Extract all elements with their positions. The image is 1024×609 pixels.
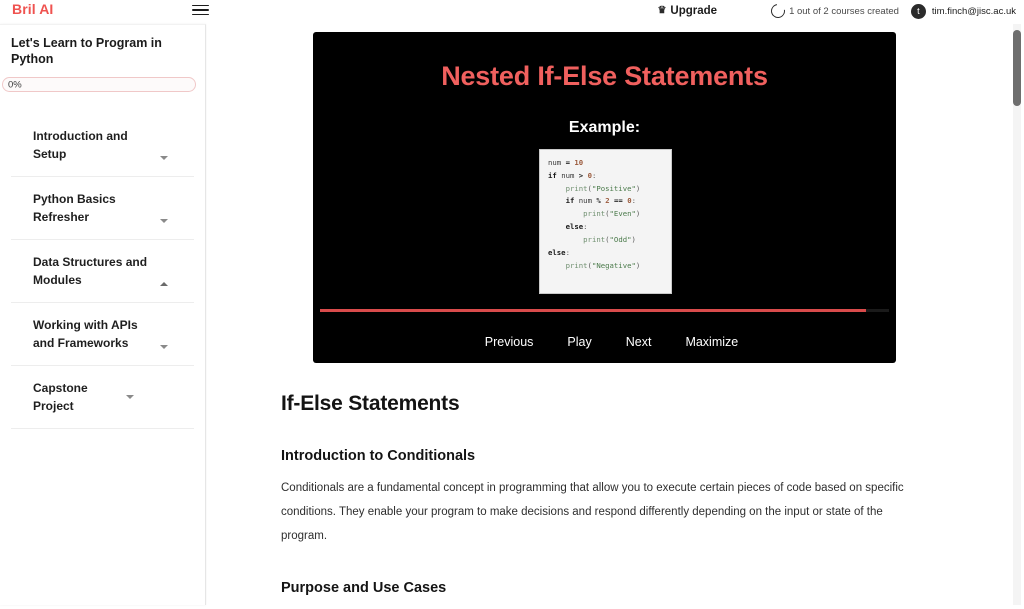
code-example-card: num = 10 if num > 0: print("Positive") i… (539, 149, 672, 294)
lesson-article: If-Else Statements Introduction to Condi… (281, 392, 921, 609)
module-label: Working with APIs and Frameworks (33, 318, 138, 351)
slide-player: Nested If-Else Statements Example: num =… (313, 32, 896, 363)
next-button[interactable]: Next (626, 335, 652, 349)
course-title: Let's Learn to Program in Python (11, 36, 162, 66)
section-heading-purpose: Purpose and Use Cases (281, 580, 447, 597)
course-progress-bar: 0% (2, 77, 196, 93)
chevron-up-icon[interactable] (160, 282, 168, 287)
module-label: Introduction and Setup (33, 129, 128, 162)
user-email-label: tim.finch@jisc.ac.uk (931, 5, 1016, 17)
course-sidebar: Let's Learn to Program in Python 0% Intr… (0, 24, 206, 605)
section-body-introduction: Conditionals are a fundamental concept i… (281, 482, 904, 543)
avatar: t (910, 3, 926, 19)
module-list: Introduction and Setup Python Basics Ref… (0, 114, 205, 430)
chevron-down-icon[interactable] (160, 345, 168, 350)
sidebar-item-introduction-and-setup[interactable]: Introduction and Setup (11, 114, 194, 178)
chevron-down-icon[interactable] (126, 395, 134, 400)
module-label: Python Basics Refresher (33, 192, 116, 225)
hamburger-line (192, 4, 209, 7)
hamburger-menu-icon[interactable] (192, 2, 209, 18)
previous-button[interactable]: Previous (485, 335, 534, 349)
chevron-down-icon[interactable] (160, 219, 168, 224)
sidebar-item-working-with-apis-and-frameworks[interactable]: Working with APIs and Frameworks (11, 303, 194, 367)
maximize-button[interactable]: Maximize (685, 335, 738, 349)
hamburger-line (192, 9, 209, 11)
header-right-group: ♛ Upgrade 1 out of 2 courses created t t… (657, 0, 1016, 22)
page-scrollbar-thumb[interactable] (1013, 30, 1021, 106)
page-title: If-Else Statements (281, 392, 460, 415)
upgrade-label: Upgrade (670, 5, 718, 17)
sidebar-item-data-structures-and-modules[interactable]: Data Structures and Modules (11, 240, 194, 304)
courses-created-label: 1 out of 2 courses created (789, 5, 899, 17)
module-label: Capstone Project (33, 381, 88, 414)
crown-icon: ♛ (657, 5, 667, 16)
play-button[interactable]: Play (567, 335, 591, 349)
upgrade-button[interactable]: ♛ Upgrade (657, 5, 717, 17)
course-progress-label: 0% (8, 79, 22, 91)
app-brand-logo[interactable]: Bril AI (12, 1, 53, 17)
section-heading-introduction: Introduction to Conditionals (281, 448, 476, 464)
main-content: Nested If-Else Statements Example: num =… (207, 24, 1024, 609)
circular-progress-icon (768, 1, 788, 21)
player-progress-fill (320, 309, 867, 312)
sidebar-item-capstone-project[interactable]: Capstone Project (11, 366, 194, 430)
sidebar-item-python-basics-refresher[interactable]: Python Basics Refresher (11, 177, 194, 241)
slide-example-label: Example: (568, 119, 641, 136)
page-scrollbar-track[interactable] (1013, 24, 1021, 605)
app-header: Bril AI ♛ Upgrade 1 out of 2 courses cre… (0, 0, 1024, 22)
player-controls: Previous Play Next Maximize (313, 335, 896, 349)
hamburger-line (192, 13, 209, 16)
module-label: Data Structures and Modules (33, 255, 148, 288)
user-account-chip[interactable]: t tim.finch@jisc.ac.uk (910, 3, 1016, 19)
courses-created-status: 1 out of 2 courses created (768, 1, 899, 21)
slide-title: Nested If-Else Statements (441, 61, 768, 91)
code-block: num = 10 if num > 0: print("Positive") i… (548, 158, 641, 270)
chevron-down-icon[interactable] (160, 156, 168, 161)
player-progress-track[interactable] (320, 309, 889, 312)
